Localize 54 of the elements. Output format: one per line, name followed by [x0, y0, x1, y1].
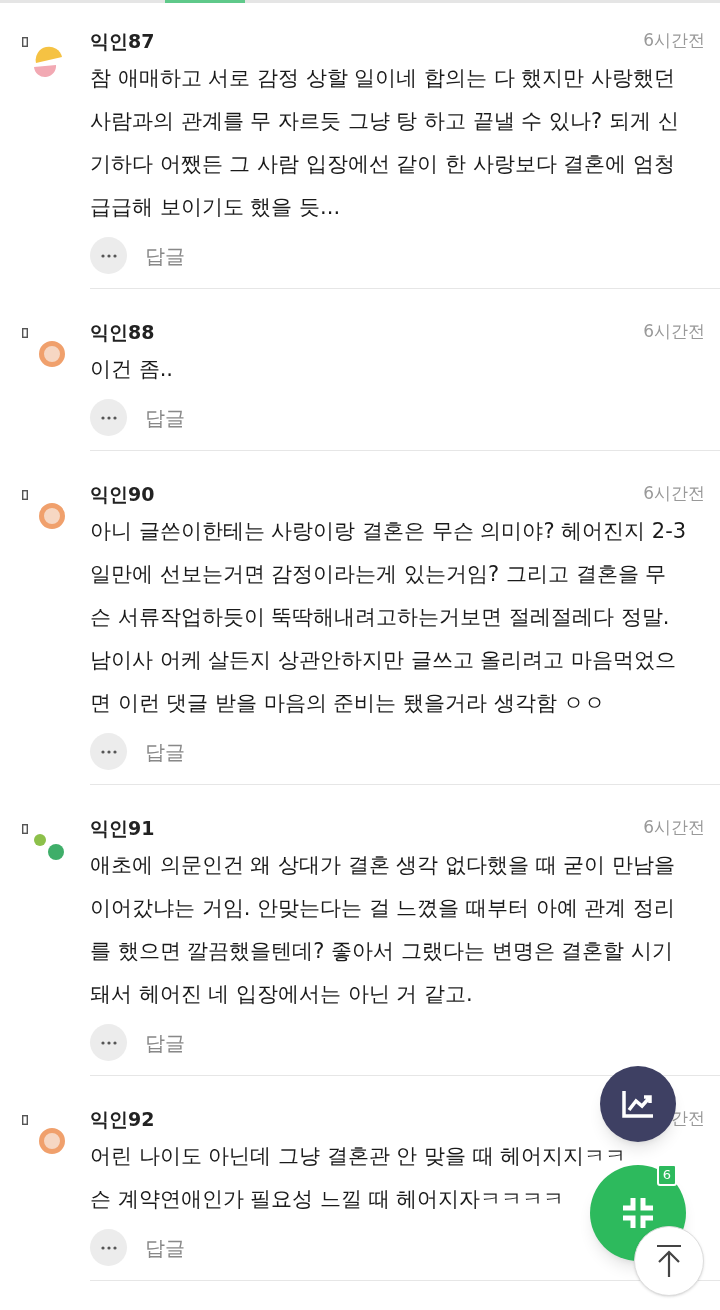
author-name: 익인92 [90, 1106, 155, 1132]
comment-text: 면 이런 댓글 받을 마음의 준비는 됐을거라 생각함 ㅇㅇ [90, 690, 606, 717]
comment-text: 애초에 의문인건 왜 상대가 결혼 생각 없다했을 때 굳이 만남을 [90, 852, 676, 879]
avatar-icon [38, 502, 66, 530]
avatar-icon [38, 1127, 66, 1155]
more-icon [100, 415, 117, 420]
comment-text: 사람과의 관계를 무 자르듯 그냥 탕 하고 끝낼 수 있나? 되게 신 [90, 108, 679, 135]
comment-text: 아니 글쓴이한테는 사랑이랑 결혼은 무슨 의미야? 헤어진지 2-3 [90, 518, 687, 545]
timestamp: 6시간전 [643, 29, 705, 53]
reply-button[interactable]: 답글 [145, 736, 185, 767]
comment-text: 참 애매하고 서로 감정 상할 일이네 합의는 다 했지만 사랑했던 [90, 65, 676, 92]
marker-icon [22, 37, 28, 47]
comment-text: 슨 서류작업하듯이 뚝딱해내려고하는거보면 절레절레다 정말. [90, 604, 670, 631]
avatar-icon [38, 340, 66, 368]
marker-icon [22, 490, 28, 500]
marker-icon [22, 824, 28, 834]
marker-icon [22, 328, 28, 338]
comment-text: 어린 나이도 아닌데 그냥 결혼관 안 맞을 때 헤어지지ㅋㅋ [90, 1143, 627, 1170]
comment-text: 일만에 선보는거면 감정이라는게 있는거임? 그리고 결혼을 무 [90, 561, 667, 588]
marker-icon [22, 1115, 28, 1125]
reply-button[interactable]: 답글 [145, 240, 185, 271]
more-icon [100, 749, 117, 754]
collapse-icon [621, 1196, 655, 1230]
author-name: 익인88 [90, 319, 155, 345]
more-icon [100, 1245, 117, 1250]
comment-text: 를 했으면 깔끔했을텐데? 좋아서 그랬다는 변명은 결혼할 시기 [90, 938, 673, 965]
comment-text: 이어갔냐는 거임. 안맞는다는 걸 느꼈을 때부터 아예 관계 정리 [90, 895, 676, 922]
timestamp: 6시간전 [643, 482, 705, 506]
reply-button[interactable]: 답글 [145, 402, 185, 433]
more-icon [100, 1040, 117, 1045]
comment-text: 남이사 어케 살든지 상관안하지만 글쓰고 올리려고 마음먹었으 [90, 647, 677, 674]
reply-button[interactable]: 답글 [145, 1027, 185, 1058]
timestamp: 간전 [671, 1107, 705, 1131]
comment-text: 급급해 보이기도 했을 듯... [90, 194, 341, 221]
timestamp: 6시간전 [643, 816, 705, 840]
more-button[interactable] [90, 733, 127, 770]
more-button[interactable] [90, 1229, 127, 1266]
comment-text: 슨 계약연애인가 필요성 느낄 때 헤어지자ㅋㅋㅋㅋ [90, 1186, 565, 1213]
author-name: 익인91 [90, 815, 155, 841]
author-name: 익인87 [90, 28, 155, 54]
comment-text: 이건 좀.. [90, 356, 174, 383]
timestamp: 6시간전 [643, 320, 705, 344]
count-badge: 6 [657, 1164, 677, 1186]
more-icon [100, 253, 117, 258]
scroll-top-button[interactable] [634, 1226, 704, 1296]
comment-text: 기하다 어쨌든 그 사람 입장에선 같이 한 사랑보다 결혼에 엄청 [90, 151, 676, 178]
comment-text: 돼서 헤어진 네 입장에서는 아닌 거 같고. [90, 981, 473, 1008]
author-name: 익인90 [90, 481, 155, 507]
chart-icon [621, 1089, 655, 1119]
more-button[interactable] [90, 237, 127, 274]
reply-button[interactable]: 답글 [145, 1232, 185, 1263]
more-button[interactable] [90, 1024, 127, 1061]
more-button[interactable] [90, 399, 127, 436]
scroll-top-icon [655, 1244, 683, 1278]
